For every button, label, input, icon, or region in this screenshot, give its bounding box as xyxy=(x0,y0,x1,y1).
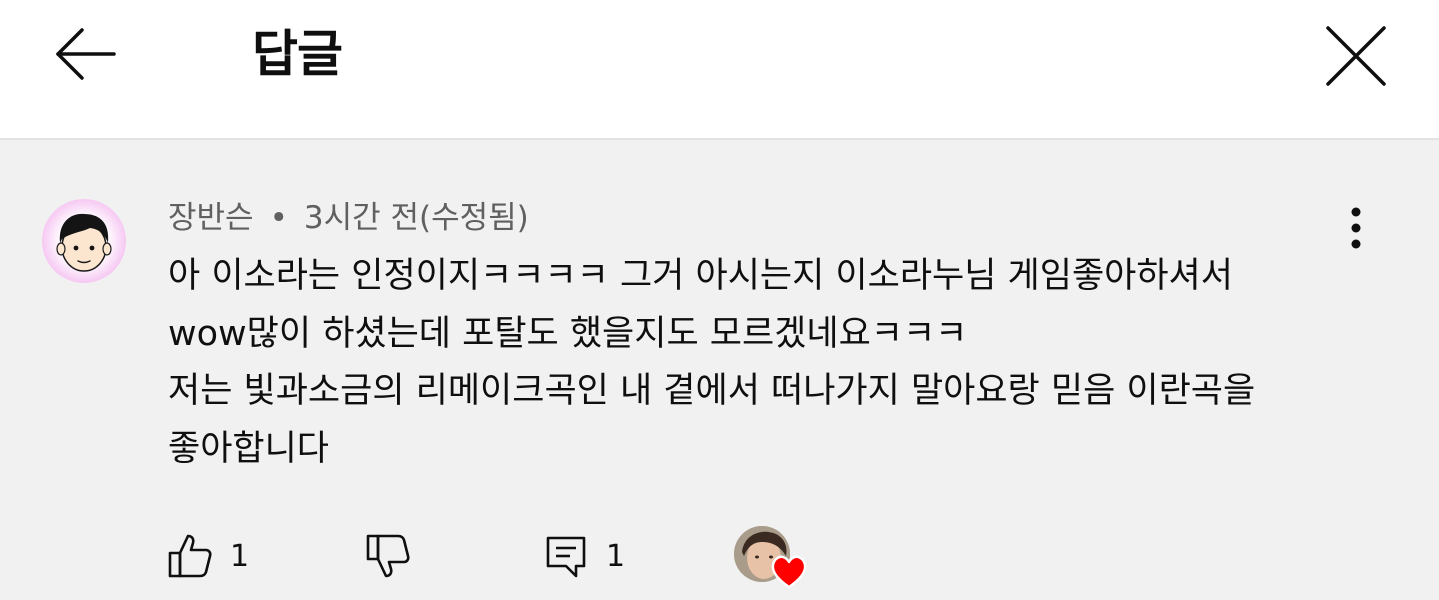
comment-line: 아 이소라는 인정이지ㅋㅋㅋㅋ 그거 아시는지 이소라누님 게임좋아하셔서 xyxy=(168,256,1233,296)
comment-line: 저는 빛과소금의 리메이크곡인 내 곁에서 떠나가지 말아요랑 믿음 이란곡을 xyxy=(168,371,1256,411)
creator-heart xyxy=(734,524,808,590)
more-vertical-icon xyxy=(1351,207,1361,249)
page-title: 답글 xyxy=(252,25,343,83)
reply-count: 1 xyxy=(606,538,626,574)
arrow-left-icon xyxy=(56,28,116,80)
close-icon xyxy=(1326,26,1386,86)
reply-icon xyxy=(546,536,586,578)
meta-separator: • xyxy=(269,200,288,236)
avatar[interactable] xyxy=(42,199,126,283)
dislike-button[interactable] xyxy=(364,528,412,584)
thumbs-down-icon xyxy=(366,534,410,578)
close-button[interactable] xyxy=(1314,16,1398,96)
comment-actions: 1 1 xyxy=(0,520,1439,594)
header-bar: 답글 xyxy=(0,0,1439,140)
reply-button[interactable]: 1 xyxy=(542,528,625,584)
comment-meta: 장반슨 • 3시간 전(수정됨) xyxy=(168,196,529,240)
like-button[interactable]: 1 xyxy=(166,528,249,584)
comment-line: 좋아합니다 xyxy=(168,428,330,469)
comment-timestamp: 3시간 전(수정됨) xyxy=(303,200,529,236)
back-button[interactable] xyxy=(44,18,128,90)
comment-text: 아 이소라는 인정이지ㅋㅋㅋㅋ 그거 아시는지 이소라누님 게임좋아하셔서 wo… xyxy=(168,248,1368,478)
heart-icon xyxy=(771,555,807,589)
more-options-button[interactable] xyxy=(1330,204,1382,252)
cartoon-face-avatar-icon xyxy=(42,199,126,283)
author-name[interactable]: 장반슨 xyxy=(168,200,254,236)
comment-line: wow많이 하셨는데 포탈도 했을지도 모르겠네요ㅋㅋㅋ xyxy=(168,313,968,354)
like-count: 1 xyxy=(230,538,250,574)
thumbs-up-icon xyxy=(168,534,212,578)
